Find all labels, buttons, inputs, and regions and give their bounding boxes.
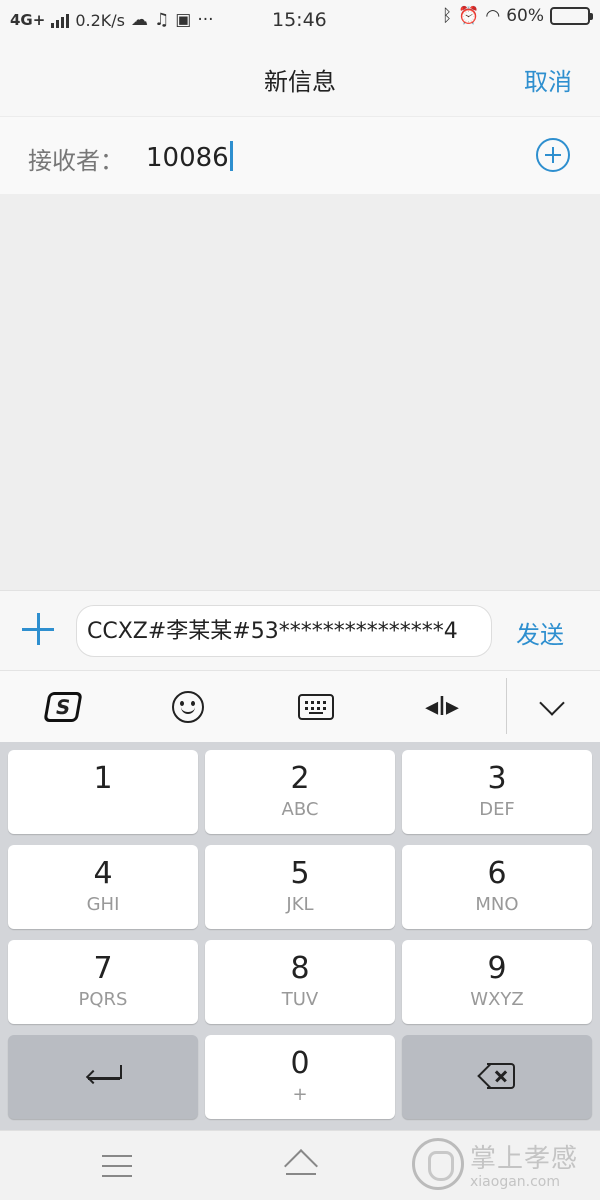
key-3[interactable]: 3 DEF [402,750,592,834]
wifi-icon: ◠ [485,6,501,26]
emoji-icon[interactable] [170,685,206,729]
hand-logo-icon [412,1138,464,1190]
keyboard-icon[interactable] [296,685,336,729]
home-icon[interactable] [282,1149,320,1183]
key-digit: 2 [290,761,310,796]
recipient-row: 接收者： 10086 [0,116,600,194]
key-digit: 0 [290,1046,310,1081]
sogou-logo-letter: S [43,692,83,722]
key-digit: 9 [487,951,507,986]
cursor-move-glyph: ◂I▸ [425,692,459,722]
add-contact-icon[interactable] [536,138,570,172]
key-digit: 7 [93,951,113,986]
status-bar: 4G+ 0.2K/s ☁ ♫ ▣ ··· 15:46 ᛒ ⏰ ◠ 60% [0,0,600,40]
key-0[interactable]: 0 + [205,1035,395,1119]
key-6[interactable]: 6 MNO [402,845,592,929]
key-7[interactable]: 7 PQRS [8,940,198,1024]
recipient-input[interactable]: 10086 [146,141,233,173]
media-icon: ▣ [175,10,192,30]
key-digit: 3 [487,761,507,796]
keyboard-toolbar: S ◂I▸ [0,670,600,742]
key-letters: + [292,1084,308,1105]
menu-icon[interactable] [102,1155,132,1177]
signal-icon [51,12,70,28]
sogou-logo-icon[interactable]: S [43,685,83,729]
music-icon: ♫ [154,10,170,30]
header: 新信息 取消 [0,40,600,116]
key-8[interactable]: 8 TUV [205,940,395,1024]
key-digit: 8 [290,951,310,986]
bluetooth-icon: ᛒ [441,6,453,26]
key-digit: 6 [487,856,507,891]
key-1[interactable]: 1 [8,750,198,834]
collapse-chevron-icon[interactable] [530,685,574,729]
recipient-label: 接收者： [28,147,124,175]
key-letters: MNO [475,894,519,915]
attach-plus-icon[interactable] [22,613,54,645]
key-letters: WXYZ [470,989,524,1010]
conversation-area [0,194,600,590]
network-speed: 0.2K/s [75,10,125,30]
more-notifications: ··· [197,10,214,30]
page-title: 新信息 [264,68,336,96]
key-letters: JKL [286,894,314,915]
watermark-url: xiaogan.com [470,1174,561,1190]
text-cursor [229,141,233,171]
toolbar-divider [506,678,507,734]
enter-key[interactable] [8,1035,198,1119]
send-button[interactable]: 发送 [516,615,564,650]
cursor-move-icon[interactable]: ◂I▸ [420,685,464,729]
key-9[interactable]: 9 WXYZ [402,940,592,1024]
network-type: 4G+ [10,11,46,29]
key-4[interactable]: 4 GHI [8,845,198,929]
clock: 15:46 [272,9,327,31]
numeric-keypad: 1 2 ABC 3 DEF 4 GHI 5 JKL 6 MNO 7 PQRS 8 TUV 9 W… [0,742,600,1130]
cancel-button[interactable]: 取消 [524,62,572,97]
key-letters: TUV [281,989,319,1010]
battery-icon [550,7,593,25]
alarm-icon: ⏰ [458,6,480,26]
message-input[interactable]: CCXZ#李某某#53***************4 [76,605,492,657]
battery-percent: 60% [506,6,544,26]
key-digit: 5 [290,856,310,891]
key-digit: 4 [93,856,113,891]
key-digit: 1 [93,761,113,796]
watermark-text: 掌上孝感 [470,1144,579,1174]
key-letters: DEF [479,799,515,820]
enter-icon [85,1065,122,1089]
key-letters: PQRS [78,989,128,1010]
key-letters: ABC [281,799,319,820]
backspace-key[interactable] [402,1035,592,1119]
key-5[interactable]: 5 JKL [205,845,395,929]
watermark-logo: 掌上孝感 xiaogan.com [408,1134,598,1196]
key-2[interactable]: 2 ABC [205,750,395,834]
key-letters: GHI [86,894,120,915]
recipient-value: 10086 [146,143,229,173]
backspace-icon [477,1063,516,1089]
cloud-icon: ☁ [131,10,148,30]
compose-bar: CCXZ#李某某#53***************4 发送 [0,590,600,670]
